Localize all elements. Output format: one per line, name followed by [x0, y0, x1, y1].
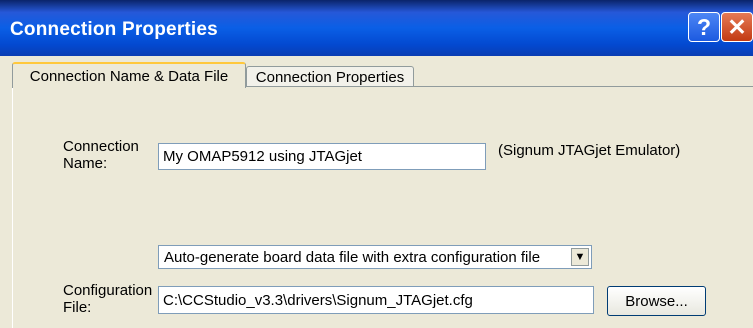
title-bar[interactable]: Connection Properties ? ✕	[0, 0, 753, 56]
configuration-file-field[interactable]: C:\CCStudio_v3.3\drivers\Signum_JTAGjet.…	[158, 286, 594, 314]
configuration-file-label: Configuration File:	[63, 282, 152, 316]
close-button[interactable]: ✕	[721, 12, 753, 42]
help-icon: ?	[696, 13, 712, 40]
label-line: Name:	[63, 155, 108, 172]
label-line: File:	[63, 299, 92, 316]
tab-label: Connection Name & Data File	[29, 67, 229, 85]
connection-name-field[interactable]: My OMAP5912 using JTAGjet	[158, 143, 486, 170]
label-line: Connection	[63, 138, 139, 155]
label-line: Configuration	[63, 282, 153, 299]
tab-connection-name-data-file[interactable]: Connection Name & Data File	[12, 62, 246, 88]
emulator-note: (Signum JTAGjet Emulator)	[498, 142, 681, 159]
connection-name-label: Connection Name:	[63, 138, 139, 172]
select-value: Auto-generate board data file with extra…	[164, 248, 541, 266]
help-button[interactable]: ?	[688, 12, 720, 42]
close-icon: ✕	[727, 13, 747, 40]
browse-button[interactable]: Browse...	[607, 286, 706, 316]
chevron-down-icon[interactable]: ▼	[571, 248, 589, 266]
window-title: Connection Properties	[10, 19, 218, 40]
board-data-file-select[interactable]: Auto-generate board data file with extra…	[158, 245, 592, 269]
tab-connection-properties[interactable]: Connection Properties	[246, 66, 414, 88]
tab-label: Connection Properties	[255, 69, 405, 86]
